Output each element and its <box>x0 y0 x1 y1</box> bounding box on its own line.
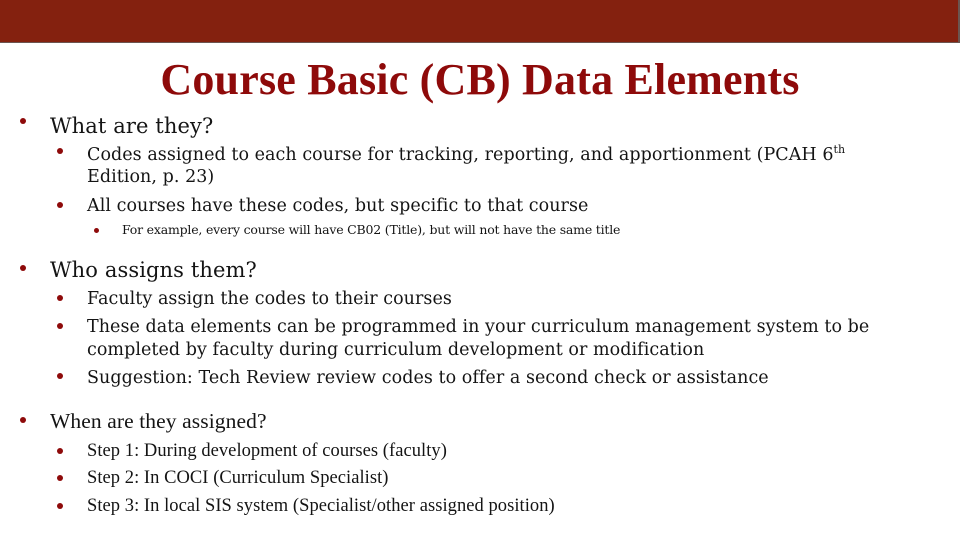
top-banner <box>0 0 960 43</box>
slide-title: Course Basic (CB) Data Elements <box>160 55 800 104</box>
list-item: Faculty assign the codes to their course… <box>87 289 452 309</box>
bullet-icon <box>57 503 63 509</box>
bullet-icon <box>20 118 26 124</box>
list-item-continuation: completed by faculty during curriculum d… <box>87 340 705 360</box>
bullet-icon <box>57 373 63 379</box>
section-heading: Who assigns them? <box>50 258 257 282</box>
list-subitem: For example, every course will have CB02… <box>122 222 621 237</box>
list-item: Step 3: In local SIS system (Specialist/… <box>87 496 555 516</box>
bullet-icon <box>57 148 63 154</box>
list-item: Step 1: During development of courses (f… <box>87 441 447 461</box>
bullet-icon <box>94 228 99 233</box>
bullet-icon <box>20 417 26 423</box>
list-item: Step 2: In COCI (Curriculum Specialist) <box>87 468 389 488</box>
bullet-icon <box>20 265 26 271</box>
superscript: th <box>833 143 846 156</box>
bullet-icon <box>57 448 63 454</box>
list-item: Suggestion: Tech Review review codes to … <box>87 368 769 388</box>
list-item: All courses have these codes, but specif… <box>87 196 589 216</box>
section-heading: What are they? <box>50 114 214 138</box>
bullet-icon <box>57 202 63 208</box>
bullet-icon <box>57 475 63 481</box>
list-item: These data elements can be programmed in… <box>87 317 870 337</box>
list-item-text: Codes assigned to each course for tracki… <box>87 145 834 165</box>
list-item-continuation: Edition, p. 23) <box>87 167 215 187</box>
section-heading: When are they assigned? <box>50 409 267 433</box>
bullet-icon <box>57 295 63 301</box>
list-item: Codes assigned to each course for tracki… <box>87 144 845 166</box>
bullet-icon <box>57 323 63 329</box>
